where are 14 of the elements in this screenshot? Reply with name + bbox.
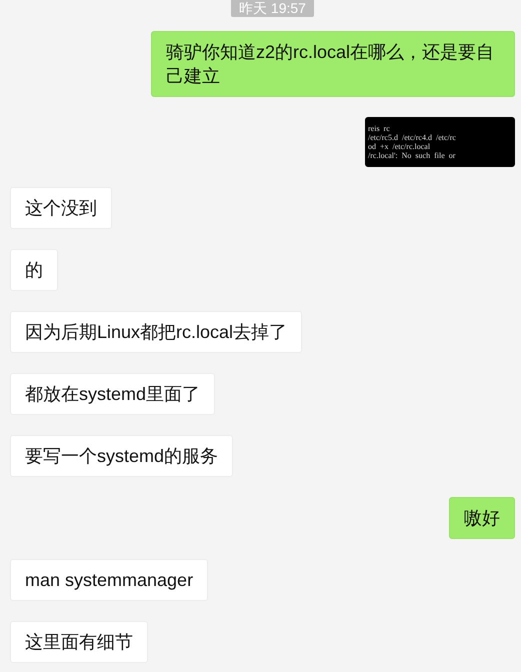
terminal-line: /rc.local': No such file or — [368, 151, 456, 160]
terminal-line: reis rc — [368, 124, 391, 133]
message-bubble: 这个没到 — [10, 187, 112, 229]
message-bubble: 都放在systemd里面了 — [10, 373, 216, 415]
message-bubble: 嗷好 — [449, 497, 515, 539]
message-bubble: 因为后期Linux都把rc.local去掉了 — [10, 311, 302, 353]
terminal-line: od +x /etc/rc.local — [368, 142, 432, 151]
terminal-line: /etc/rc5.d /etc/rc4.d /etc/rc — [368, 133, 457, 142]
message-bubble: man systemmanager — [10, 559, 208, 601]
message-bubble: 这里面有细节 — [10, 621, 148, 663]
message-bubble: 要写一个systemd的服务 — [10, 435, 234, 477]
message-bubble: 的 — [10, 249, 58, 291]
message-bubble: 骑驴你知道z2的rc.local在哪么，还是要自己建立 — [151, 31, 515, 97]
timestamp: 昨天 19:57 — [231, 0, 314, 17]
